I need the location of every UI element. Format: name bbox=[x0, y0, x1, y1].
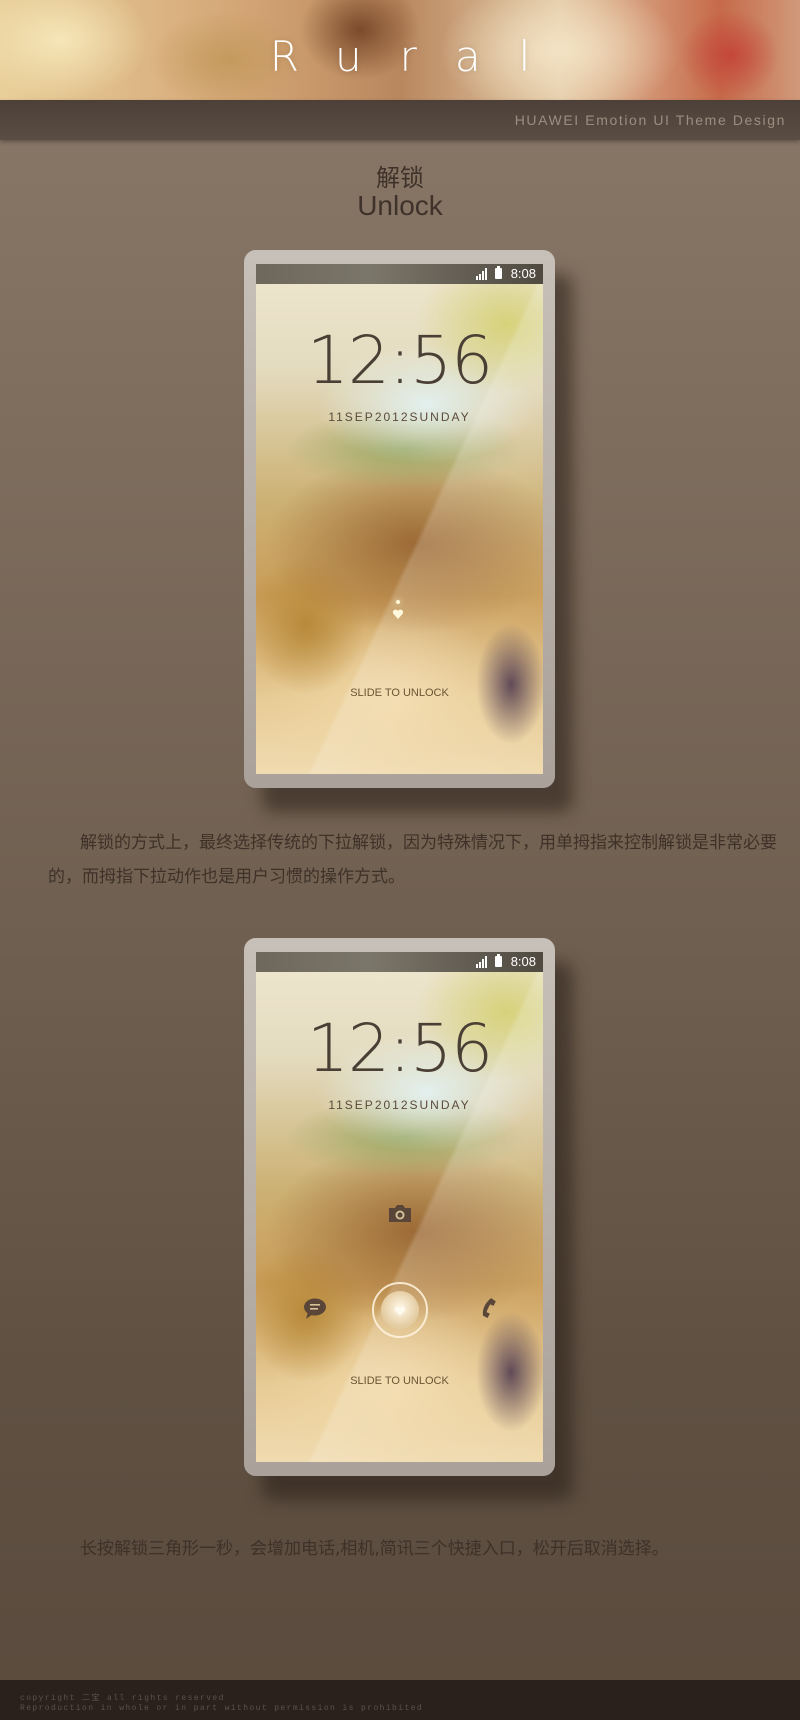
phone-icon[interactable] bbox=[474, 1296, 500, 1322]
unlock-ring-icon[interactable] bbox=[372, 1282, 428, 1338]
subtitle-strip: HUAWEI Emotion UI Theme Design bbox=[0, 100, 800, 140]
theme-title: Rural bbox=[269, 32, 569, 81]
status-time: 8:08 bbox=[510, 266, 536, 281]
section-title-en: Unlock bbox=[357, 190, 443, 221]
description-second: 长按解锁三角形一秒，会增加电话,相机,简讯三个快捷入口，松开后取消选择。 bbox=[80, 1539, 669, 1559]
signal-icon bbox=[476, 956, 488, 968]
lock-screen: 8:08 12:56 11SEP2012SUNDAY SLIDE TO UNLO… bbox=[256, 264, 543, 774]
battery-icon bbox=[495, 954, 502, 967]
copyright-text: copyright 二宝 all rights reserved bbox=[20, 1694, 225, 1703]
heart-unlock-icon[interactable] bbox=[392, 608, 404, 620]
message-icon[interactable] bbox=[302, 1296, 328, 1322]
lock-clock: 12:56 bbox=[306, 1010, 493, 1087]
header-banner: Rural bbox=[0, 0, 800, 100]
lock-screen: 8:08 12:56 11SEP2012SUNDAY SLIDE TO UNLO… bbox=[256, 952, 543, 1462]
reproduction-notice: Reproduction in whole or in part without… bbox=[20, 1704, 424, 1713]
slide-to-unlock-label[interactable]: SLIDE TO UNLOCK bbox=[256, 687, 543, 699]
status-time: 8:08 bbox=[510, 954, 536, 969]
section-title-cn: 解锁 bbox=[376, 164, 424, 192]
footer: copyright 二宝 all rights reserved Reprodu… bbox=[0, 1680, 800, 1720]
phone-mockup-shortcuts: 8:08 12:56 11SEP2012SUNDAY SLIDE TO UNLO… bbox=[244, 938, 555, 1476]
description-first: 解锁的方式上，最终选择传统的下拉解锁，因为特殊情况下，用单拇指来控制解锁是非常必… bbox=[48, 833, 777, 887]
signal-icon bbox=[476, 268, 488, 280]
lock-date: 11SEP2012SUNDAY bbox=[328, 410, 471, 424]
camera-icon[interactable] bbox=[387, 1202, 413, 1224]
slide-to-unlock-label[interactable]: SLIDE TO UNLOCK bbox=[256, 1375, 543, 1387]
lock-date: 11SEP2012SUNDAY bbox=[328, 1098, 471, 1112]
battery-icon bbox=[495, 266, 502, 279]
lock-clock: 12:56 bbox=[306, 322, 493, 399]
status-bar: 8:08 bbox=[256, 952, 543, 972]
phone-mockup-slide-unlock: 8:08 12:56 11SEP2012SUNDAY SLIDE TO UNLO… bbox=[244, 250, 555, 788]
theme-subtitle: HUAWEI Emotion UI Theme Design bbox=[514, 112, 786, 128]
unlock-indicator-dot bbox=[396, 600, 400, 604]
status-bar: 8:08 bbox=[256, 264, 543, 284]
